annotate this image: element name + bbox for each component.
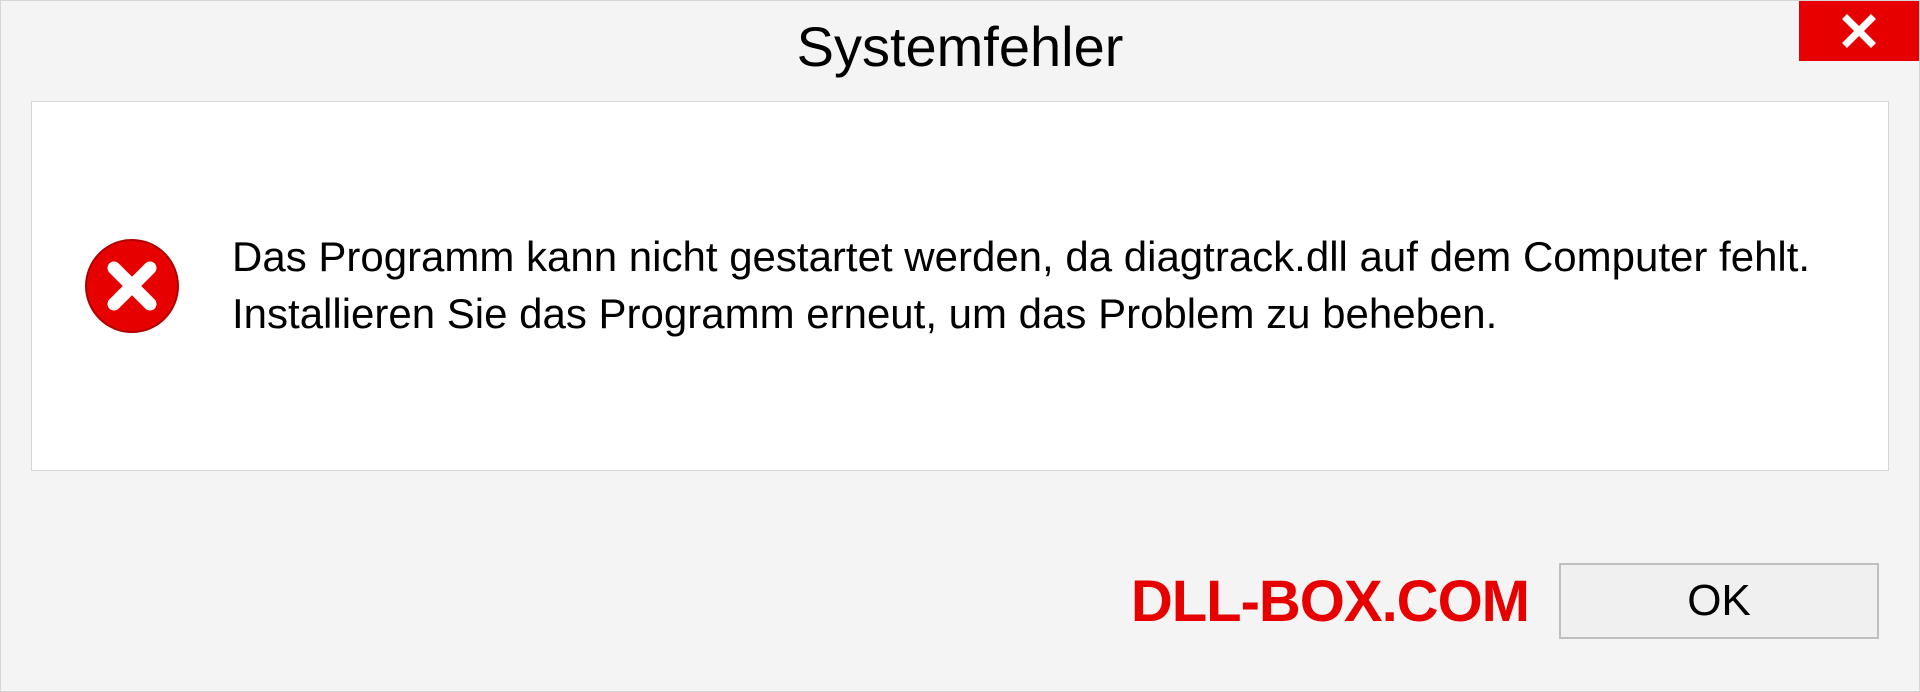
error-dialog: Systemfehler Das Programm kann nicht ges…	[0, 0, 1920, 692]
dialog-footer: DLL-BOX.COM OK	[1, 511, 1919, 691]
dialog-content: Das Programm kann nicht gestartet werden…	[31, 101, 1889, 471]
close-button[interactable]	[1799, 1, 1919, 61]
error-icon	[82, 236, 182, 336]
ok-button[interactable]: OK	[1559, 563, 1879, 639]
ok-button-label: OK	[1687, 576, 1751, 626]
titlebar: Systemfehler	[1, 1, 1919, 91]
dialog-title: Systemfehler	[797, 14, 1124, 79]
close-icon	[1839, 11, 1879, 51]
watermark-text: DLL-BOX.COM	[1131, 568, 1529, 635]
error-message: Das Programm kann nicht gestartet werden…	[232, 229, 1838, 342]
